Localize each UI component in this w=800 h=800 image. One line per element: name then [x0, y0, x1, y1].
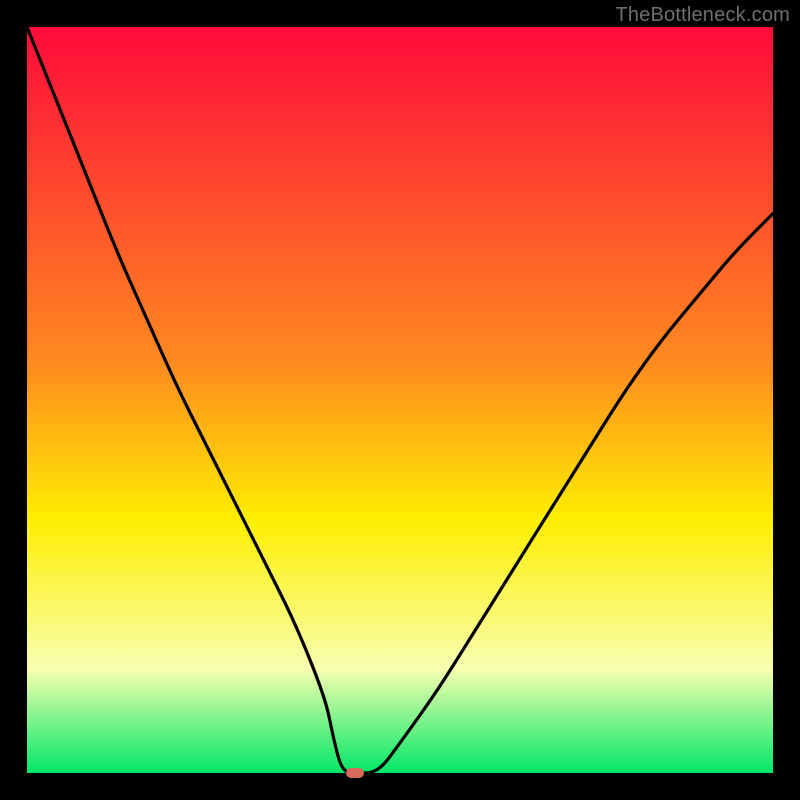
bottleneck-curve	[27, 27, 773, 773]
optimal-point-marker	[346, 768, 364, 778]
plot-area	[27, 27, 773, 773]
chart-frame: TheBottleneck.com	[0, 0, 800, 800]
watermark-text: TheBottleneck.com	[615, 4, 790, 27]
